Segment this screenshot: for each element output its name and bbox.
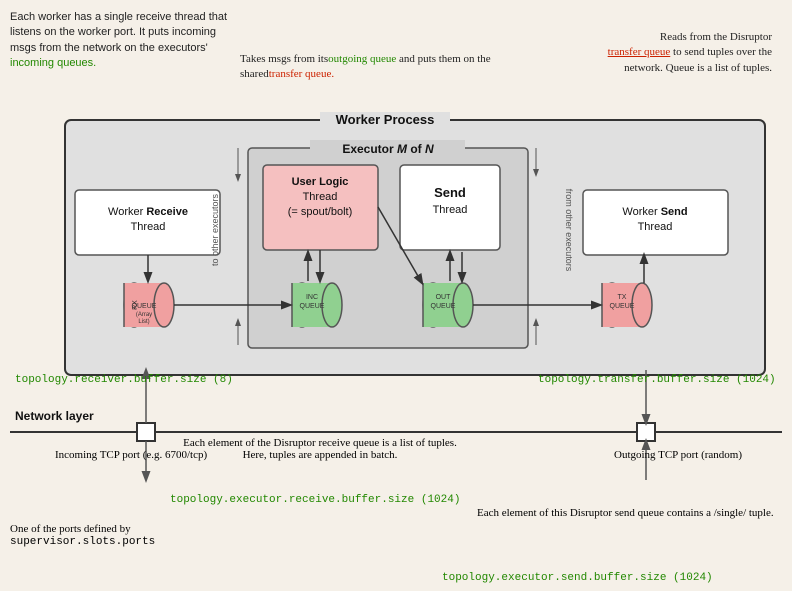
- outgoing-port-label: Outgoing TCP port (random): [614, 449, 742, 461]
- bottom-middle-annotation: Each element of the Disruptor receive qu…: [160, 437, 480, 461]
- topology-receiver-code: topology.receiver.buffer.size (8): [15, 374, 233, 386]
- send-thread-label: Send: [434, 185, 466, 200]
- rx-queue-label: RX: [132, 300, 139, 310]
- far-right-annotation: Each element of this Disruptor send queu…: [477, 507, 782, 519]
- user-logic-label: User Logic: [292, 176, 349, 188]
- rx-queue-label4: List): [138, 319, 149, 325]
- worker-receive-label2: Thread: [131, 221, 166, 233]
- worker-process-title: Worker Process: [336, 112, 435, 127]
- to-other-executors-label: to other executors: [210, 193, 220, 266]
- top-left-annotation: Each worker has a single receive thread …: [10, 10, 240, 72]
- send-thread-label2: Thread: [433, 204, 468, 216]
- tx-queue-label2: QUEUE: [610, 303, 635, 310]
- from-other-executors-label: from other executors: [564, 189, 574, 272]
- top-right-annotation: Reads from the Disruptor transfer queue …: [587, 30, 772, 76]
- inc-queue-label2: QUEUE: [300, 303, 325, 310]
- inc-queue-label: INC: [306, 294, 318, 301]
- out-queue-label: OUT: [436, 294, 452, 301]
- far-left-annotation: One of the ports defined by supervisor.s…: [10, 523, 155, 548]
- topology-executor-receive-code: topology.executor.receive.buffer.size (1…: [170, 494, 460, 506]
- top-middle-annotation: Takes msgs from itsoutgoing queue and pu…: [240, 52, 520, 83]
- user-logic-label3: (= spout/bolt): [288, 206, 353, 218]
- rx-queue-label2: QUEUE: [132, 303, 157, 310]
- topology-transfer-code: topology.transfer.buffer.size (1024): [538, 374, 776, 386]
- tx-queue-label: TX: [618, 294, 627, 301]
- out-queue-label2: QUEUE: [431, 303, 456, 310]
- network-layer-label: Network layer: [15, 409, 94, 423]
- worker-send-label: Worker Send: [622, 206, 687, 218]
- worker-send-label2: Thread: [638, 221, 673, 233]
- worker-receive-label: Worker Receive: [108, 206, 188, 218]
- executor-title: Executor M of N: [342, 142, 434, 156]
- topology-executor-send-code: topology.executor.send.buffer.size (1024…: [442, 572, 713, 584]
- rx-queue-label3: (Array: [136, 312, 152, 318]
- user-logic-label2: Thread: [303, 191, 338, 203]
